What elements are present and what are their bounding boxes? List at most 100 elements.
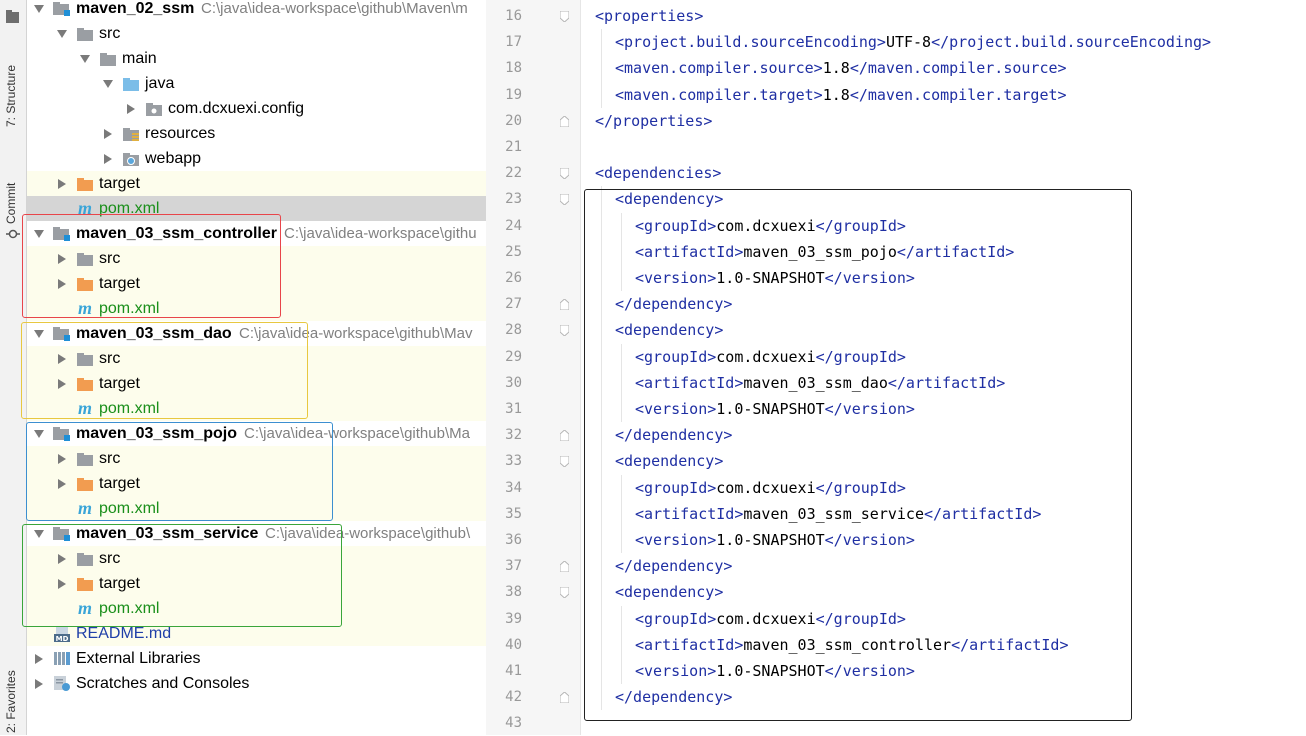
tree-row[interactable]: com.dcxuexi.config <box>27 96 486 121</box>
fold-marker-icon[interactable] <box>560 456 569 468</box>
structure-tab[interactable]: 7: Structure <box>4 65 18 127</box>
expand-arrow-icon[interactable] <box>33 321 45 346</box>
code-line[interactable]: <version>1.0-SNAPSHOT</version> <box>635 396 915 422</box>
code-line[interactable]: </dependency> <box>615 291 732 317</box>
collapse-arrow-icon[interactable] <box>56 446 68 471</box>
expand-arrow-icon[interactable] <box>102 71 114 96</box>
tree-row[interactable]: src <box>27 246 486 271</box>
tree-row[interactable]: m pom.xml <box>27 396 486 421</box>
code-line[interactable]: <version>1.0-SNAPSHOT</version> <box>635 658 915 684</box>
tree-row[interactable]: src <box>27 546 486 571</box>
commit-tab[interactable]: Commit <box>4 183 18 224</box>
collapse-arrow-icon[interactable] <box>33 671 45 696</box>
collapse-arrow-icon[interactable] <box>102 121 114 146</box>
tree-row[interactable]: webapp <box>27 146 486 171</box>
tree-row[interactable]: java <box>27 71 486 96</box>
collapse-arrow-icon[interactable] <box>56 546 68 571</box>
tree-row[interactable]: target <box>27 171 486 196</box>
code-line[interactable]: <version>1.0-SNAPSHOT</version> <box>635 265 915 291</box>
code-line[interactable]: <dependency> <box>615 448 723 474</box>
tree-row[interactable]: resources <box>27 121 486 146</box>
line-number: 31 <box>505 401 522 417</box>
fold-marker-icon[interactable] <box>560 561 569 573</box>
collapse-arrow-icon[interactable] <box>56 371 68 396</box>
code-line[interactable]: <groupId>com.dcxuexi</groupId> <box>635 475 906 501</box>
code-line[interactable]: </dependency> <box>615 684 732 710</box>
fold-marker-icon[interactable] <box>560 692 569 704</box>
expand-arrow-icon[interactable] <box>33 0 45 21</box>
fold-marker-icon[interactable] <box>560 587 569 599</box>
code-line[interactable]: <properties> <box>595 3 703 29</box>
expand-arrow-icon[interactable] <box>33 521 45 546</box>
tree-row[interactable]: src <box>27 446 486 471</box>
tree-row[interactable]: maven_02_ssm C:\java\idea-workspace\githu… <box>27 0 486 21</box>
code-line[interactable]: <project.build.sourceEncoding>UTF-8</pro… <box>615 29 1211 55</box>
collapse-arrow-icon[interactable] <box>56 346 68 371</box>
code-line[interactable]: <maven.compiler.source>1.8</maven.compil… <box>615 55 1067 81</box>
code-line[interactable]: <version>1.0-SNAPSHOT</version> <box>635 527 915 553</box>
collapse-arrow-icon[interactable] <box>102 146 114 171</box>
code-line[interactable]: <artifactId>maven_03_ssm_dao</artifactId… <box>635 370 1005 396</box>
tree-row[interactable]: m pom.xml <box>27 596 486 621</box>
fold-marker-icon[interactable] <box>560 115 569 127</box>
collapse-arrow-icon[interactable] <box>56 271 68 296</box>
fold-marker-icon[interactable] <box>560 194 569 206</box>
folder-icon <box>76 550 94 567</box>
code-line[interactable]: <artifactId>maven_03_ssm_pojo</artifactI… <box>635 239 1014 265</box>
fold-marker-icon[interactable] <box>560 299 569 311</box>
tree-row[interactable]: External Libraries <box>27 646 486 671</box>
collapse-arrow-icon[interactable] <box>56 246 68 271</box>
fold-marker-icon[interactable] <box>560 168 569 180</box>
code-line[interactable]: <artifactId>maven_03_ssm_service</artifa… <box>635 501 1041 527</box>
code-line[interactable]: <dependency> <box>615 186 723 212</box>
target-folder-icon <box>76 375 94 392</box>
tree-row[interactable]: src <box>27 21 486 46</box>
xml-value: maven_03_ssm_service <box>743 504 924 523</box>
collapse-arrow-icon[interactable] <box>125 96 137 121</box>
expand-arrow-icon[interactable] <box>79 46 91 71</box>
fold-marker-icon[interactable] <box>560 430 569 442</box>
code-line[interactable]: <groupId>com.dcxuexi</groupId> <box>635 606 906 632</box>
code-line[interactable]: <groupId>com.dcxuexi</groupId> <box>635 213 906 239</box>
tree-row[interactable]: target <box>27 371 486 396</box>
collapse-arrow-icon[interactable] <box>33 646 45 671</box>
line-number: 24 <box>505 217 522 234</box>
code-line[interactable]: <maven.compiler.target>1.8</maven.compil… <box>615 82 1067 108</box>
favorites-tab[interactable]: 2: Favorites <box>4 670 18 733</box>
tree-row[interactable]: target <box>27 571 486 596</box>
tree-row[interactable]: main <box>27 46 486 71</box>
tree-row[interactable]: maven_03_ssm_service C:\java\idea-workspa… <box>27 521 486 546</box>
tree-row[interactable]: target <box>27 471 486 496</box>
code-line[interactable]: <dependency> <box>615 317 723 343</box>
code-line[interactable]: <dependencies> <box>595 160 721 186</box>
tree-item-label: src <box>99 25 121 42</box>
tree-row[interactable]: m pom.xml <box>27 196 486 221</box>
code-line[interactable]: <dependency> <box>615 579 723 605</box>
expand-arrow-icon[interactable] <box>56 21 68 46</box>
tree-row[interactable]: maven_03_ssm_controller C:\java\idea-work… <box>27 221 486 246</box>
fold-marker-icon[interactable] <box>560 325 569 337</box>
tree-row[interactable]: MD README.md <box>27 621 486 646</box>
collapse-arrow-icon[interactable] <box>56 171 68 196</box>
expand-arrow-icon[interactable] <box>33 221 45 246</box>
tree-row[interactable]: target <box>27 271 486 296</box>
project-tree[interactable]: maven_02_ssm C:\java\idea-workspace\githu… <box>27 0 486 735</box>
tree-row[interactable]: m pom.xml <box>27 296 486 321</box>
code-line[interactable]: <artifactId>maven_03_ssm_controller</art… <box>635 632 1069 658</box>
fold-marker-icon[interactable] <box>560 11 569 22</box>
tree-row[interactable]: src <box>27 346 486 371</box>
code-line[interactable]: </properties> <box>595 108 712 134</box>
collapse-arrow-icon[interactable] <box>56 471 68 496</box>
code-line[interactable]: </dependency> <box>615 422 732 448</box>
tree-row[interactable]: Scratches and Consoles <box>27 671 486 696</box>
collapse-arrow-icon[interactable] <box>56 571 68 596</box>
code-line[interactable]: <groupId>com.dcxuexi</groupId> <box>635 344 906 370</box>
xml-tag: </artifactId> <box>951 635 1069 654</box>
tree-row[interactable]: maven_03_ssm_dao C:\java\idea-workspace\g… <box>27 321 486 346</box>
tree-row[interactable]: m pom.xml <box>27 496 486 521</box>
code-line[interactable]: </dependency> <box>615 553 732 579</box>
expand-arrow-icon[interactable] <box>33 421 45 446</box>
project-folder-icon[interactable] <box>6 8 20 24</box>
code-editor[interactable]: <properties> <project.build.sourceEncodin… <box>581 0 1306 735</box>
tree-row[interactable]: maven_03_ssm_pojo C:\java\idea-workspace\… <box>27 421 486 446</box>
